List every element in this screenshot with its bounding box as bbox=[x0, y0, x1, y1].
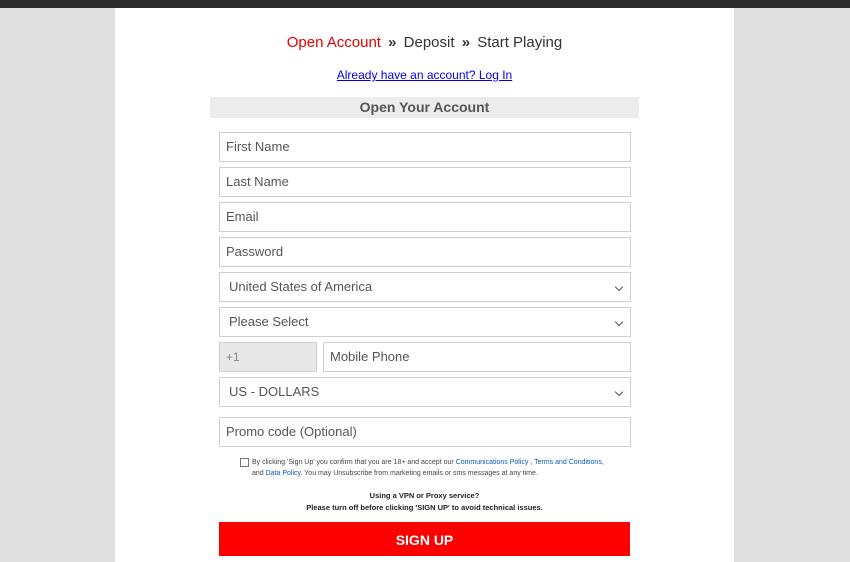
state-select[interactable]: Please Select bbox=[219, 307, 631, 337]
last-name-input[interactable]: Last Name bbox=[219, 167, 631, 197]
vpn-notice: Using a VPN or Proxy service? Please tur… bbox=[115, 490, 734, 514]
mobile-phone-input[interactable]: Mobile Phone bbox=[323, 342, 631, 372]
step-separator-icon: » bbox=[388, 34, 397, 51]
section-title: Open Your Account bbox=[210, 97, 639, 118]
vpn-notice-line1: Using a VPN or Proxy service? bbox=[369, 491, 480, 500]
chevron-down-icon bbox=[614, 317, 624, 327]
phone-prefix-field: +1 bbox=[219, 342, 317, 372]
step-deposit: Deposit bbox=[403, 34, 455, 51]
login-link-row: Already have an account? Log In bbox=[115, 68, 734, 82]
terms-consent: By clicking 'Sign Up' you confirm that y… bbox=[240, 457, 620, 479]
password-input[interactable]: Password bbox=[219, 237, 631, 267]
currency-select-value: US - DOLLARS bbox=[229, 384, 320, 399]
login-link[interactable]: Already have an account? Log In bbox=[337, 68, 512, 82]
vpn-notice-line2: Please turn off before clicking 'SIGN UP… bbox=[306, 503, 543, 512]
communications-policy-link[interactable]: Communications Policy bbox=[456, 459, 529, 466]
chevron-down-icon bbox=[614, 387, 624, 397]
terms-text-part: , bbox=[601, 459, 604, 466]
promo-code-input[interactable]: Promo code (Optional) bbox=[219, 417, 631, 447]
chevron-down-icon bbox=[614, 282, 624, 292]
terms-text-part: . You may Unsubscribe from marketing ema… bbox=[300, 470, 538, 477]
step-start-playing: Start Playing bbox=[477, 34, 563, 51]
first-name-input[interactable]: First Name bbox=[219, 132, 631, 162]
terms-text-part: and bbox=[252, 470, 266, 477]
country-select-value: United States of America bbox=[229, 279, 373, 294]
data-policy-link[interactable]: Data Policy bbox=[266, 470, 301, 477]
country-select[interactable]: United States of America bbox=[219, 272, 631, 302]
terms-text-part: By clicking 'Sign Up' you confirm that y… bbox=[252, 459, 456, 466]
progress-steps: Open Account » Deposit » Start Playing bbox=[115, 34, 734, 51]
step-separator-icon: » bbox=[461, 34, 471, 51]
terms-checkbox[interactable] bbox=[240, 458, 249, 467]
currency-select[interactable]: US - DOLLARS bbox=[219, 377, 631, 407]
sign-up-button[interactable]: SIGN UP bbox=[219, 522, 630, 556]
terms-and-conditions-link[interactable]: Terms and Conditions bbox=[534, 459, 602, 466]
email-input[interactable]: Email bbox=[219, 202, 631, 232]
signup-panel: Open Account » Deposit » Start Playing A… bbox=[115, 8, 734, 562]
state-select-value: Please Select bbox=[229, 314, 309, 329]
top-bar bbox=[0, 0, 850, 8]
step-open-account: Open Account bbox=[286, 34, 381, 51]
terms-text: By clicking 'Sign Up' you confirm that y… bbox=[240, 457, 620, 479]
